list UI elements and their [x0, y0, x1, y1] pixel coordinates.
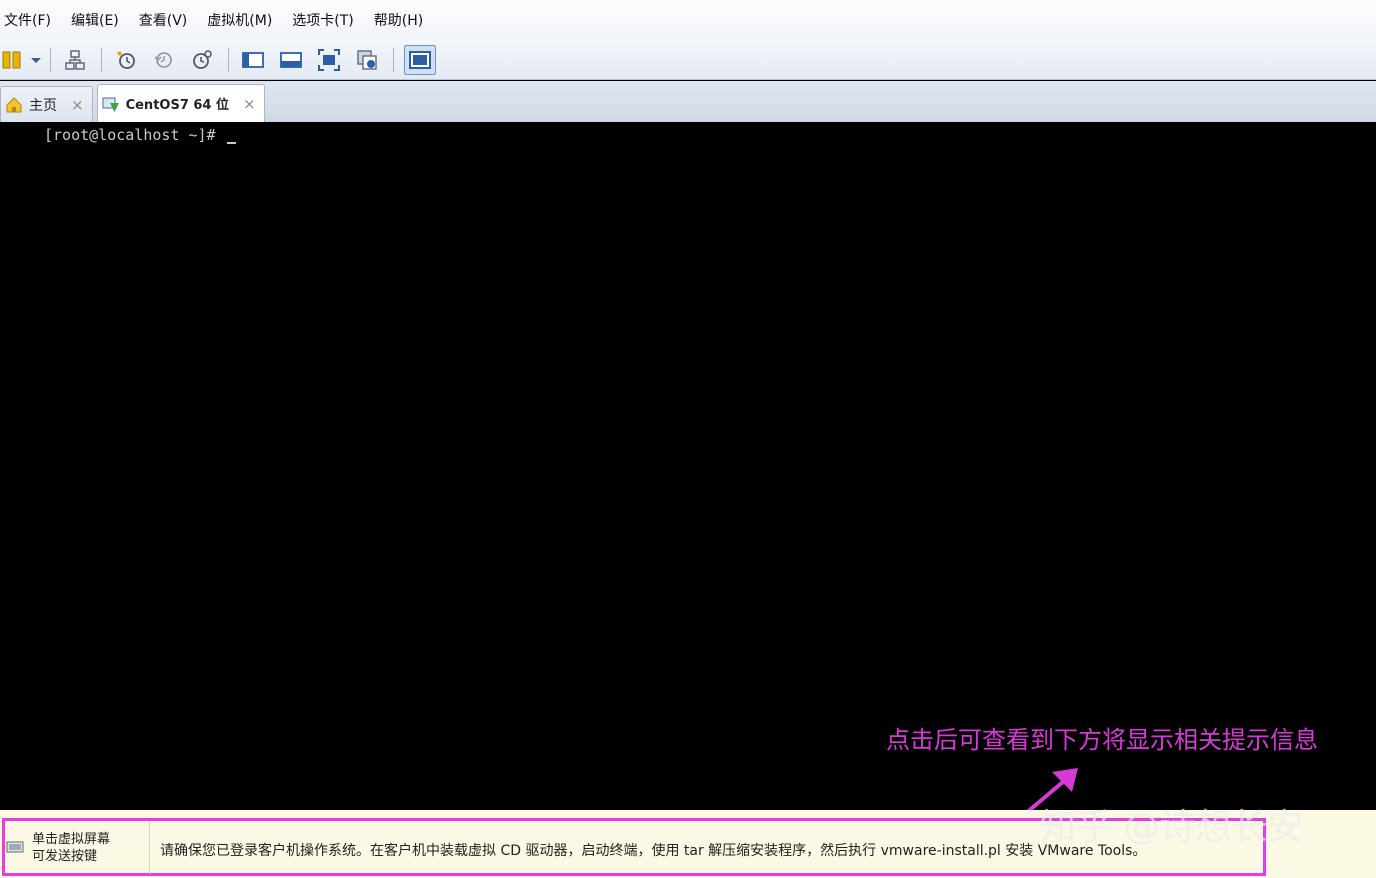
send-keys-hint[interactable]: 单击虚拟屏幕 可发送按键	[4, 822, 150, 874]
close-icon[interactable]: ×	[71, 96, 84, 114]
snapshot-take-icon[interactable]	[112, 46, 140, 74]
dropdown-icon[interactable]	[28, 46, 44, 74]
toolbar	[0, 40, 1376, 80]
toolbar-separator	[228, 47, 229, 72]
keyboard-screen-icon	[6, 841, 24, 853]
toolbar-separator	[393, 47, 394, 72]
thumbnail-view-icon[interactable]	[277, 46, 305, 74]
menu-file[interactable]: 文件(F)	[4, 10, 51, 30]
send-keys-line2: 可发送按键	[32, 849, 98, 864]
tab-strip: 主页 × CentOS7 64 位 ×	[0, 81, 1376, 122]
menu-help[interactable]: 帮助(H)	[374, 10, 423, 30]
toolbar-separator	[101, 47, 102, 72]
menu-vm[interactable]: 虚拟机(M)	[207, 10, 272, 30]
home-icon	[6, 96, 22, 112]
shell-prompt: [root@localhost ~]#	[44, 126, 236, 144]
vmware-window: 文件(F) 编辑(E) 查看(V) 虚拟机(M) 选项卡(T) 帮助(H) 主页…	[0, 0, 1376, 878]
send-keys-text: 单击虚拟屏幕 可发送按键	[32, 831, 142, 865]
annotation-text: 点击后可查看到下方将显示相关提示信息	[886, 726, 1318, 754]
network-icon[interactable]	[61, 46, 89, 74]
menu-bar: 文件(F) 编辑(E) 查看(V) 虚拟机(M) 选项卡(T) 帮助(H)	[0, 0, 1376, 40]
vm-icon	[102, 97, 119, 112]
shell-prompt-text: [root@localhost ~]#	[44, 126, 216, 144]
menu-edit[interactable]: 编辑(E)	[71, 10, 119, 30]
pause-icon[interactable]	[2, 46, 24, 74]
unity-icon[interactable]	[353, 46, 381, 74]
watermark: 知乎 @诗想长安	[1040, 807, 1304, 848]
tab-centos7[interactable]: CentOS7 64 位 ×	[96, 84, 265, 122]
send-keys-line1: 单击虚拟屏幕	[32, 832, 111, 847]
console-view-icon[interactable]	[239, 46, 267, 74]
vm-console[interactable]: [root@localhost ~]# 点击后可查看到下方将显示相关提示信息	[0, 122, 1376, 832]
close-icon[interactable]: ×	[243, 95, 256, 113]
tab-centos7-label: CentOS7 64 位	[125, 98, 230, 113]
snapshot-manager-icon[interactable]	[188, 46, 216, 74]
single-window-icon[interactable]	[404, 44, 436, 75]
tab-home-label: 主页	[29, 97, 57, 114]
text-cursor	[226, 142, 236, 144]
menu-tabs[interactable]: 选项卡(T)	[292, 10, 353, 30]
toolbar-separator	[50, 47, 51, 72]
vmware-tools-hint: 请确保您已登录客户机操作系统。在客户机中装载虚拟 CD 驱动器，启动终端，使用 …	[160, 843, 1147, 859]
menu-view[interactable]: 查看(V)	[139, 10, 188, 30]
tab-home[interactable]: 主页 ×	[0, 86, 93, 122]
snapshot-revert-icon[interactable]	[150, 46, 178, 74]
fullscreen-icon[interactable]	[315, 46, 343, 74]
